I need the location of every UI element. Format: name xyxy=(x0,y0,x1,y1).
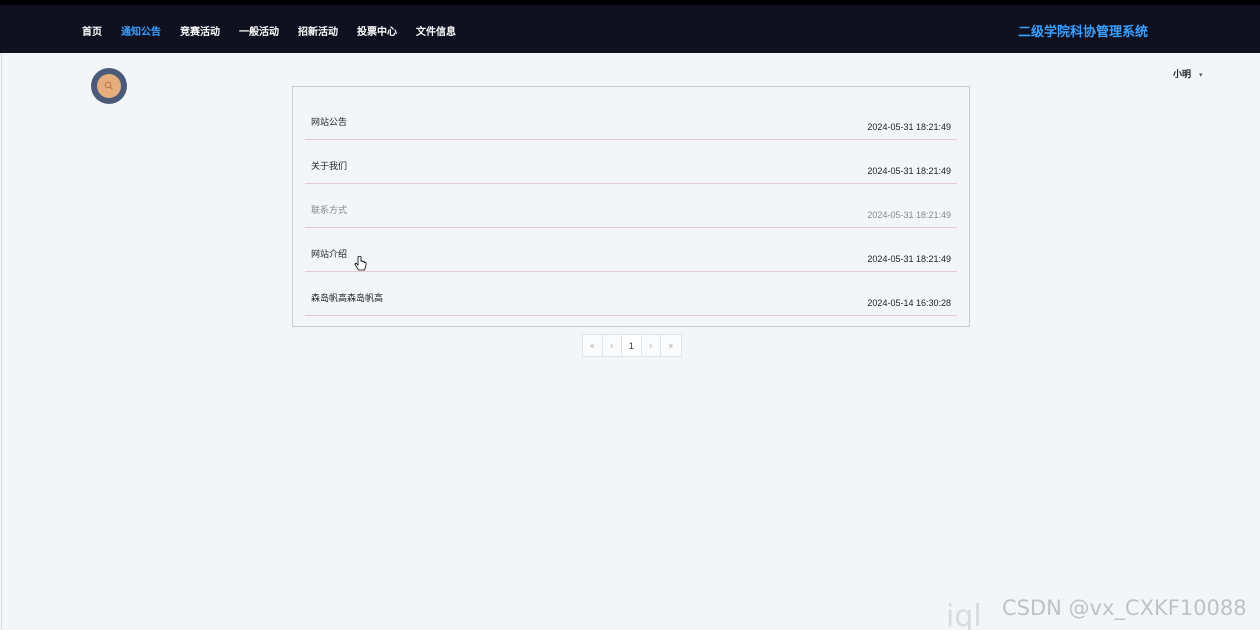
search-button[interactable] xyxy=(91,68,127,104)
list-item[interactable]: 联系方式 2024-05-31 18:21:49 xyxy=(305,184,957,228)
svg-text:iql: iql xyxy=(946,599,982,630)
page-number-button[interactable]: 1 xyxy=(622,335,642,356)
pagination: « ‹ 1 › » xyxy=(582,334,682,357)
notice-title: 森岛帆高森岛帆高 xyxy=(311,293,384,303)
list-item[interactable]: 森岛帆高森岛帆高 2024-05-14 16:30:28 xyxy=(305,272,957,316)
notice-time: 2024-05-14 16:30:28 xyxy=(867,298,951,308)
user-name: 小明 xyxy=(1173,69,1192,79)
notice-title: 网站公告 xyxy=(311,117,348,127)
notice-time: 2024-05-31 18:21:49 xyxy=(867,166,951,176)
site-title: 二级学院科协管理系统 xyxy=(1018,24,1149,39)
list-item[interactable]: 网站介绍 2024-05-31 18:21:49 xyxy=(305,228,957,272)
notice-title: 网站介绍 xyxy=(311,249,348,259)
list-item[interactable]: 关于我们 2024-05-31 18:21:49 xyxy=(305,140,957,184)
first-page-button[interactable]: « xyxy=(583,335,603,356)
nav-notices[interactable]: 通知公告 xyxy=(121,23,161,38)
next-page-button[interactable]: › xyxy=(642,335,661,356)
list-item[interactable]: 网站公告 2024-05-31 18:21:49 xyxy=(305,96,957,140)
watermark-text: CSDN @vx_CXKF10088 xyxy=(1002,596,1247,620)
user-menu[interactable]: 小明 ▾ xyxy=(1173,67,1203,80)
prev-page-button[interactable]: ‹ xyxy=(603,335,622,356)
notice-list: 网站公告 2024-05-31 18:21:49 关于我们 2024-05-31… xyxy=(292,86,970,327)
notice-time: 2024-05-31 18:21:49 xyxy=(867,122,951,132)
notice-time: 2024-05-31 18:21:49 xyxy=(867,210,951,220)
nav-file-info[interactable]: 文件信息 xyxy=(416,23,456,38)
last-page-button[interactable]: » xyxy=(661,335,681,356)
main-nav: 首页 通知公告 竞赛活动 一般活动 招新活动 投票中心 文件信息 xyxy=(82,23,475,38)
search-button-inner xyxy=(97,74,121,98)
hand-pointer-icon xyxy=(354,256,367,271)
watermark-logo-icon: iql xyxy=(946,599,982,630)
search-icon xyxy=(104,81,113,90)
notice-time: 2024-05-31 18:21:49 xyxy=(867,254,951,264)
nav-home[interactable]: 首页 xyxy=(82,23,102,38)
nav-competitions[interactable]: 竞赛活动 xyxy=(180,23,220,38)
notice-title: 关于我们 xyxy=(311,161,348,171)
nav-voting-center[interactable]: 投票中心 xyxy=(357,23,397,38)
notice-title: 联系方式 xyxy=(311,205,348,215)
nav-general-activities[interactable]: 一般活动 xyxy=(239,23,279,38)
caret-down-icon: ▾ xyxy=(1199,72,1203,79)
nav-recruitment[interactable]: 招新活动 xyxy=(298,23,338,38)
top-navbar: 首页 通知公告 竞赛活动 一般活动 招新活动 投票中心 文件信息 二级学院科协管… xyxy=(0,0,1260,53)
